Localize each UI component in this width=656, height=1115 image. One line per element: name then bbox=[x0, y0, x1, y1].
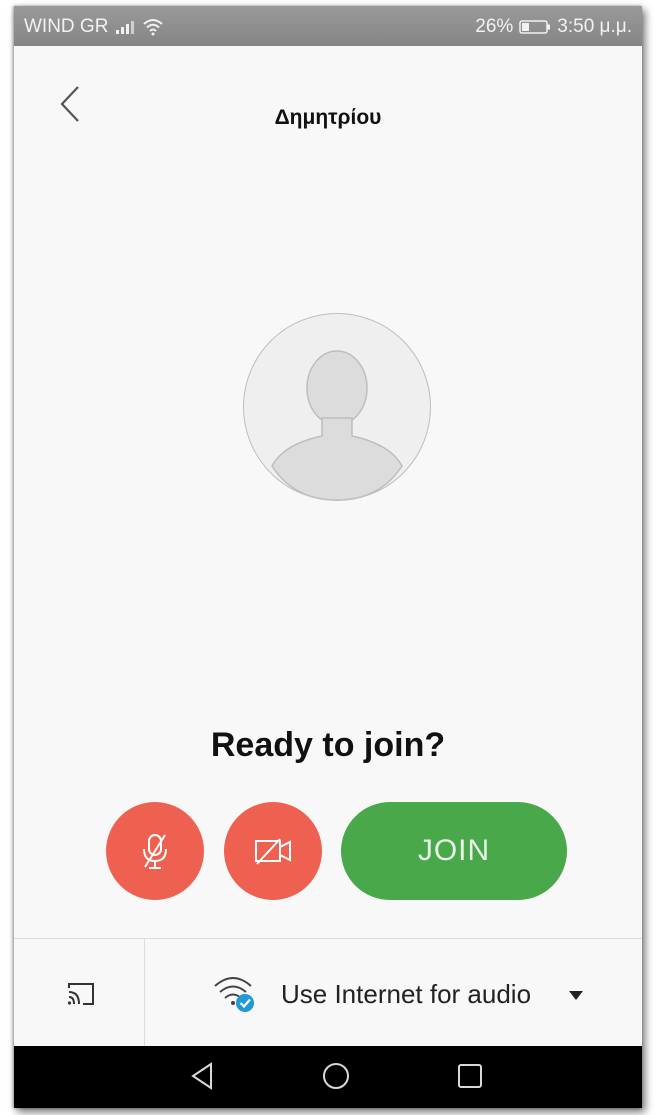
microphone-off-icon bbox=[143, 834, 167, 869]
avatar bbox=[243, 313, 431, 501]
circle-home-icon bbox=[323, 1063, 349, 1089]
audio-option-selector[interactable]: Use Internet for audio bbox=[145, 939, 642, 1047]
video-off-button[interactable] bbox=[224, 802, 322, 900]
status-bar: WIND GR 26% 3:50 μ.μ. bbox=[14, 6, 642, 46]
phone-screen: WIND GR 26% 3:50 μ.μ. Δημητρίου Ready to… bbox=[14, 6, 642, 1108]
audio-option-label: Use Internet for audio bbox=[281, 979, 532, 1009]
ready-heading: Ready to join? bbox=[210, 726, 446, 764]
bottom-bar: Use Internet for audio bbox=[14, 938, 642, 1047]
caret-down-icon bbox=[569, 991, 583, 1000]
square-recents-icon bbox=[458, 1064, 482, 1088]
mute-microphone-button[interactable] bbox=[106, 802, 204, 900]
carrier-label: WIND GR bbox=[24, 16, 109, 37]
status-left: WIND GR bbox=[24, 16, 164, 38]
navigation-bar bbox=[14, 1046, 642, 1108]
person-silhouette-icon bbox=[271, 350, 403, 500]
clock: 3:50 μ.μ. bbox=[557, 16, 632, 37]
nav-recents-button[interactable] bbox=[455, 1061, 485, 1096]
video-off-icon bbox=[255, 838, 291, 865]
page-title: Δημητρίου bbox=[274, 106, 382, 129]
join-button[interactable]: JOIN bbox=[341, 802, 567, 900]
battery-percent: 26% bbox=[475, 16, 514, 37]
wifi-check-icon bbox=[214, 977, 254, 1012]
wifi-icon bbox=[142, 18, 164, 36]
triangle-back-icon bbox=[191, 1062, 212, 1090]
cast-button[interactable] bbox=[14, 939, 145, 1047]
cast-icon bbox=[67, 983, 94, 1005]
battery-icon bbox=[519, 19, 551, 35]
status-right: 26% 3:50 μ.μ. bbox=[475, 16, 632, 38]
nav-home-button[interactable] bbox=[321, 1061, 351, 1096]
nav-back-button[interactable] bbox=[190, 1061, 214, 1096]
signal-icon bbox=[114, 19, 136, 35]
